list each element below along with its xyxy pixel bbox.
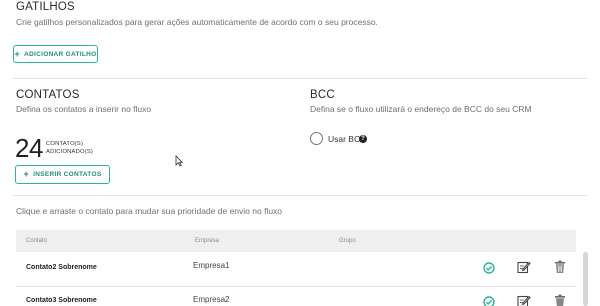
- scrollbar[interactable]: [583, 252, 588, 306]
- trash-icon[interactable]: [554, 294, 566, 306]
- mouse-cursor-icon: [175, 155, 183, 167]
- column-header-contact[interactable]: Contato: [26, 238, 47, 244]
- bcc-title: BCC: [310, 89, 335, 101]
- table-row-name[interactable]: Contato2 Sobrenome: [26, 264, 97, 271]
- plus-icon: +: [23, 169, 30, 179]
- table-row-name[interactable]: Contato3 Sobrenome: [26, 297, 97, 304]
- priority-hint: Clique e arraste o contato para mudar su…: [16, 206, 283, 216]
- table-header: [16, 230, 576, 252]
- trash-icon[interactable]: [554, 260, 566, 274]
- contacts-count-label-line2: ADICIONADO(S): [46, 149, 94, 155]
- table-row-company: Empresa1: [193, 261, 230, 270]
- insert-contacts-button[interactable]: + INSERIR CONTATOS: [15, 165, 110, 184]
- contacts-subtitle: Defina os contatos a inserir no fluxo: [16, 104, 152, 114]
- bcc-subtitle: Defina se o fluxo utilizará o endereço d…: [310, 104, 532, 114]
- use-bcc-radio[interactable]: [310, 132, 323, 145]
- insert-contacts-label: INSERIR CONTATOS: [33, 171, 102, 178]
- triggers-title: GATILHOS: [16, 1, 75, 13]
- table-row-company: Empresa2: [193, 295, 230, 304]
- contacts-count-label-line1: CONTATO(S): [46, 141, 84, 147]
- divider: [12, 195, 588, 196]
- add-trigger-button[interactable]: + ADICIONAR GATILHO: [13, 45, 98, 63]
- help-icon[interactable]: ?: [359, 134, 367, 143]
- contacts-count: 24: [15, 133, 43, 163]
- contacts-title: CONTATOS: [16, 89, 80, 101]
- add-trigger-label: ADICIONAR GATILHO: [24, 50, 97, 58]
- column-header-company[interactable]: Empresa: [195, 238, 219, 244]
- triggers-subtitle: Crie gatilhos personalizados para gerar …: [16, 17, 378, 27]
- contacts-count-label: CONTATO(S) ADICIONADO(S): [46, 140, 93, 156]
- divider: [12, 78, 588, 79]
- row-separator: [16, 286, 576, 287]
- check-icon[interactable]: [483, 296, 495, 306]
- check-icon[interactable]: [483, 262, 495, 274]
- edit-icon[interactable]: [517, 294, 531, 306]
- edit-icon[interactable]: [517, 260, 531, 274]
- column-header-group[interactable]: Grupo: [339, 238, 356, 244]
- plus-icon: +: [14, 48, 21, 59]
